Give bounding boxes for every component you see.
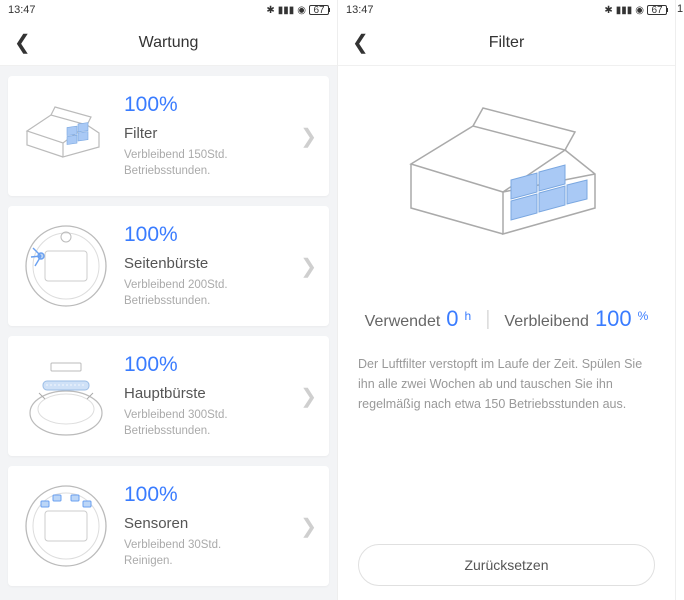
battery-icon: 67 bbox=[647, 5, 667, 15]
bluetooth-icon: ✱ bbox=[604, 5, 612, 16]
battery-icon: 67 bbox=[309, 5, 329, 15]
wifi-icon: ◉ bbox=[297, 5, 306, 16]
card-title: Filter bbox=[124, 125, 288, 142]
maintenance-item-sensors[interactable]: 100% Sensoren Verbleibend 30Std. Reinige… bbox=[8, 466, 329, 586]
remaining-value: 100 bbox=[595, 306, 632, 332]
chevron-right-icon: ❯ bbox=[300, 514, 317, 539]
card-subtitle: Verbleibend 300Std. Betriebsstunden. bbox=[124, 408, 288, 439]
status-time: 13:47 bbox=[8, 4, 36, 16]
chevron-right-icon: ❯ bbox=[300, 384, 317, 409]
bluetooth-icon: ✱ bbox=[266, 5, 274, 16]
page-title: Filter bbox=[489, 34, 525, 52]
reset-button[interactable]: Zurücksetzen bbox=[358, 544, 655, 586]
filter-description: Der Luftfilter verstopft im Laufe der Ze… bbox=[358, 354, 655, 414]
nav-bar: ❮ Filter bbox=[338, 20, 675, 66]
back-button[interactable]: ❮ bbox=[352, 30, 369, 55]
card-content: 100% Seitenbürste Verbleibend 200Std. Be… bbox=[124, 223, 288, 309]
percent-value: 100% bbox=[124, 353, 288, 377]
remaining-unit: % bbox=[638, 309, 649, 323]
back-button[interactable]: ❮ bbox=[14, 30, 31, 55]
percent-value: 100% bbox=[124, 223, 288, 247]
card-subtitle: Verbleibend 30Std. Reinigen. bbox=[124, 538, 288, 569]
used-unit: h bbox=[465, 309, 472, 323]
nav-bar: ❮ Wartung bbox=[0, 20, 337, 66]
stat-remaining: Verbleibend 100% bbox=[504, 306, 648, 332]
percent-value: 100% bbox=[124, 93, 288, 117]
screen-maintenance: 13:47 ✱ ▮▮▮ ◉ 67 ❮ Wartung bbox=[0, 0, 338, 600]
stat-used: Verwendet 0h bbox=[365, 306, 472, 332]
chevron-right-icon: ❯ bbox=[300, 254, 317, 279]
wifi-icon: ◉ bbox=[635, 5, 644, 16]
card-content: 100% Hauptbürste Verbleibend 300Std. Bet… bbox=[124, 353, 288, 439]
card-title: Sensoren bbox=[124, 515, 288, 532]
chevron-right-icon: ❯ bbox=[300, 124, 317, 149]
main-brush-illustration bbox=[20, 350, 112, 442]
card-title: Seitenbürste bbox=[124, 255, 288, 272]
status-bar: 13:47 ✱ ▮▮▮ ◉ 67 bbox=[338, 0, 675, 20]
edge-time-fragment: 1 bbox=[677, 3, 683, 15]
maintenance-item-side-brush[interactable]: 100% Seitenbürste Verbleibend 200Std. Be… bbox=[8, 206, 329, 326]
stats-row: Verwendet 0h | Verbleibend 100% bbox=[358, 306, 655, 332]
maintenance-list[interactable]: 100% Filter Verbleibend 150Std. Betriebs… bbox=[0, 66, 337, 600]
edge-strip: 1 bbox=[676, 0, 684, 600]
card-subtitle: Verbleibend 150Std. Betriebsstunden. bbox=[124, 148, 288, 179]
percent-value: 100% bbox=[124, 483, 288, 507]
card-title: Hauptbürste bbox=[124, 385, 288, 402]
signal-icon: ▮▮▮ bbox=[278, 5, 295, 16]
remaining-label: Verbleibend bbox=[504, 313, 589, 331]
detail-body: Verwendet 0h | Verbleibend 100% Der Luft… bbox=[338, 66, 675, 600]
filter-illustration bbox=[20, 90, 112, 182]
signal-icon: ▮▮▮ bbox=[616, 5, 633, 16]
screen-filter-detail: 13:47 ✱ ▮▮▮ ◉ 67 ❮ Filter bbox=[338, 0, 676, 600]
maintenance-item-filter[interactable]: 100% Filter Verbleibend 150Std. Betriebs… bbox=[8, 76, 329, 196]
card-content: 100% Filter Verbleibend 150Std. Betriebs… bbox=[124, 93, 288, 179]
stat-divider: | bbox=[485, 308, 490, 331]
side-brush-illustration bbox=[20, 220, 112, 312]
sensors-illustration bbox=[20, 480, 112, 572]
reset-label: Zurücksetzen bbox=[464, 557, 548, 573]
page-title: Wartung bbox=[139, 34, 199, 52]
maintenance-item-main-brush[interactable]: 100% Hauptbürste Verbleibend 300Std. Bet… bbox=[8, 336, 329, 456]
card-subtitle: Verbleibend 200Std. Betriebsstunden. bbox=[124, 278, 288, 309]
card-content: 100% Sensoren Verbleibend 30Std. Reinige… bbox=[124, 483, 288, 569]
status-icons: ✱ ▮▮▮ ◉ 67 bbox=[604, 5, 667, 16]
used-label: Verwendet bbox=[365, 313, 441, 331]
filter-large-illustration bbox=[358, 90, 655, 280]
status-bar: 13:47 ✱ ▮▮▮ ◉ 67 bbox=[0, 0, 337, 20]
status-time: 13:47 bbox=[346, 4, 374, 16]
status-icons: ✱ ▮▮▮ ◉ 67 bbox=[266, 5, 329, 16]
used-value: 0 bbox=[446, 306, 458, 332]
